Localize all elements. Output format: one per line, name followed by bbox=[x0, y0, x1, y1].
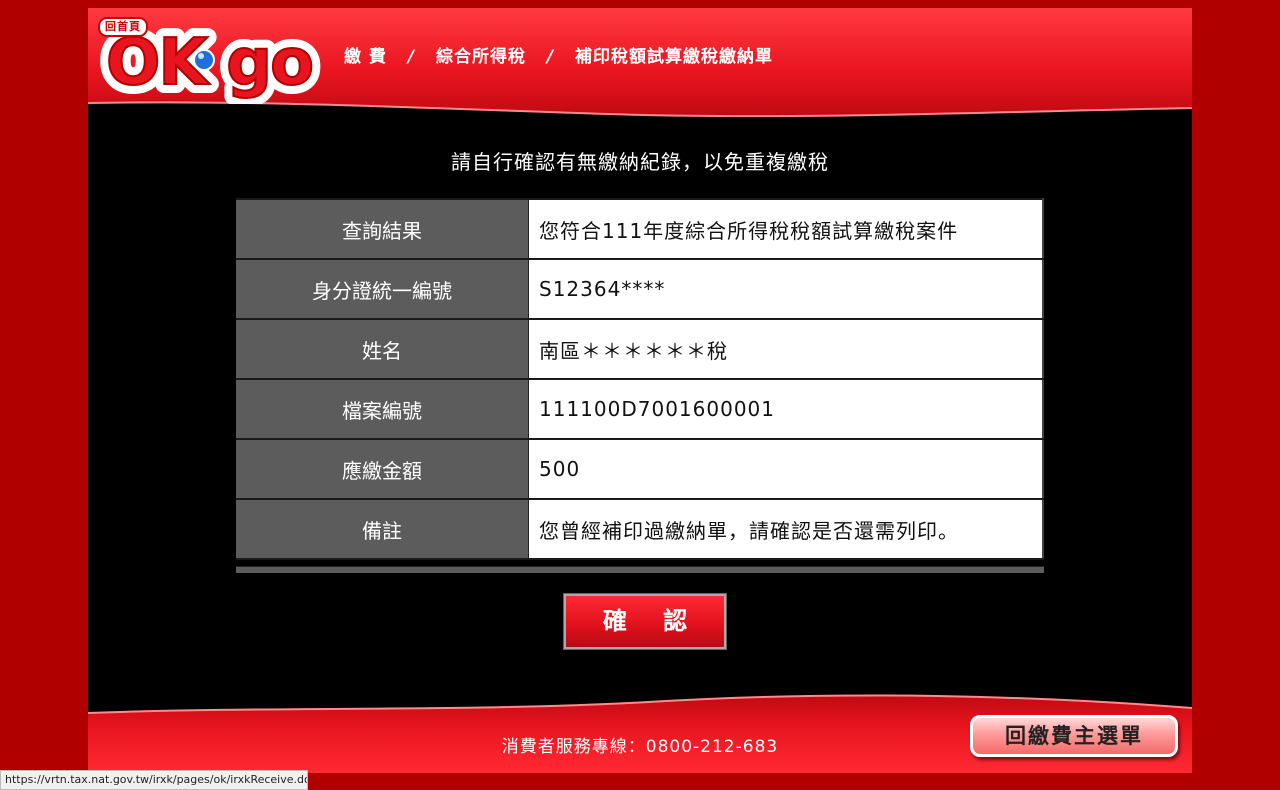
browser-status-url: https://vrtn.tax.nat.gov.tw/irxk/pages/o… bbox=[0, 770, 308, 790]
kiosk-frame: 回首頁 OK go OK go 繳 費 / 綜合所得稅 / 補印稅額試算繳稅繳納… bbox=[88, 8, 1192, 773]
table-bottom-border bbox=[236, 566, 1044, 573]
result-table: 查詢結果 您符合111年度綜合所得稅稅額試算繳稅案件 身分證統一編號 S1236… bbox=[236, 198, 1044, 560]
table-row: 身分證統一編號 S12364**** bbox=[236, 258, 1044, 320]
breadcrumb-income-tax[interactable]: 綜合所得稅 bbox=[436, 47, 526, 67]
table-row: 應繳金額 500 bbox=[236, 438, 1044, 500]
table-row: 檔案編號 111100D7001600001 bbox=[236, 378, 1044, 440]
breadcrumb-current: 補印稅額試算繳稅繳納單 bbox=[575, 47, 774, 67]
blue-ball-icon bbox=[193, 49, 215, 71]
header-banner: 回首頁 OK go OK go 繳 費 / 綜合所得稅 / 補印稅額試算繳稅繳納… bbox=[88, 8, 1192, 133]
breadcrumb-payment[interactable]: 繳 費 bbox=[344, 47, 387, 67]
row-label: 應繳金額 bbox=[236, 438, 529, 500]
row-label: 備註 bbox=[236, 498, 529, 560]
breadcrumb: 繳 費 / 綜合所得稅 / 補印稅額試算繳稅繳納單 bbox=[344, 44, 773, 70]
confirm-button[interactable]: 確 認 bbox=[563, 593, 727, 650]
row-label: 檔案編號 bbox=[236, 378, 529, 440]
table-row: 備註 您曾經補印過繳納單，請確認是否還需列印。 bbox=[236, 498, 1044, 560]
breadcrumb-separator: / bbox=[407, 47, 416, 67]
table-row: 姓名 南區＊＊＊＊＊＊稅 bbox=[236, 318, 1044, 380]
row-value: 您符合111年度綜合所得稅稅額試算繳稅案件 bbox=[528, 198, 1044, 260]
table-row: 查詢結果 您符合111年度綜合所得稅稅額試算繳稅案件 bbox=[236, 198, 1044, 260]
breadcrumb-separator: / bbox=[546, 47, 555, 67]
row-value: 500 bbox=[528, 438, 1044, 500]
home-link[interactable]: 回首頁 bbox=[98, 17, 148, 37]
row-label: 身分證統一編號 bbox=[236, 258, 529, 320]
row-value: 您曾經補印過繳納單，請確認是否還需列印。 bbox=[528, 498, 1044, 560]
row-value: 南區＊＊＊＊＊＊稅 bbox=[528, 318, 1044, 380]
row-value: 111100D7001600001 bbox=[528, 378, 1044, 440]
row-label: 查詢結果 bbox=[236, 198, 529, 260]
row-value: S12364**** bbox=[528, 258, 1044, 320]
notice-text: 請自行確認有無繳納紀錄，以免重複繳稅 bbox=[451, 150, 829, 174]
customer-hotline: 消費者服務專線：0800-212-683 bbox=[501, 737, 779, 757]
row-label: 姓名 bbox=[236, 318, 529, 380]
